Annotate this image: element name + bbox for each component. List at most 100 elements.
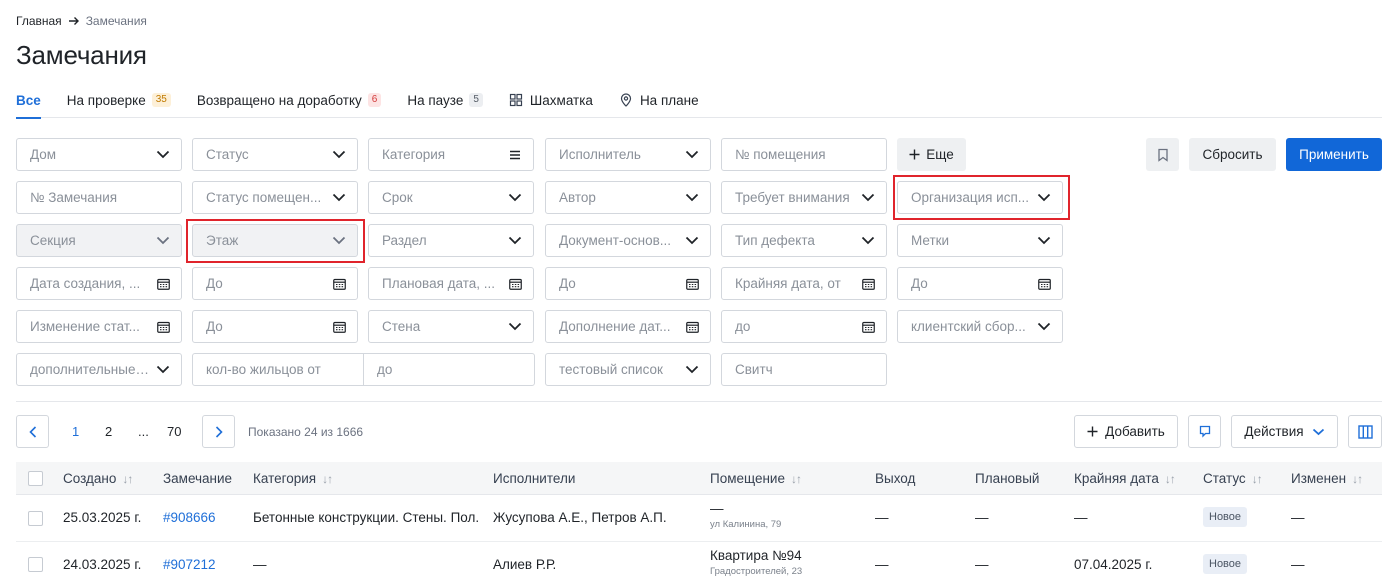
column-header-label: Выход xyxy=(875,471,916,486)
filter-status-select[interactable]: Статус xyxy=(192,138,358,171)
filter-status-change-to-date[interactable]: До xyxy=(192,310,358,343)
remark-link[interactable]: #908666 xyxy=(163,510,216,525)
more-filters-button[interactable]: Еще xyxy=(897,138,966,171)
cell-deadline: — xyxy=(1074,510,1088,525)
cell-changed: — xyxy=(1291,510,1305,525)
cell-executors: Алиев Р.Р. xyxy=(493,557,557,572)
table-row[interactable]: 25.03.2025 г. #908666 Бетонные конструкц… xyxy=(16,495,1382,542)
bookmark-button[interactable] xyxy=(1146,138,1179,171)
column-header-label: Замечание xyxy=(163,471,233,486)
column-header-status[interactable]: Статус ↓↑ xyxy=(1203,471,1263,486)
filter-placeholder: Требует внимания xyxy=(735,190,850,205)
filter-created-to-date[interactable]: До xyxy=(192,267,358,300)
apply-button[interactable]: Применить xyxy=(1286,138,1382,171)
cell-deadline: 07.04.2025 г. xyxy=(1074,557,1153,572)
column-header-room[interactable]: Помещение ↓↑ xyxy=(710,471,802,486)
filter-category-select[interactable]: Категория xyxy=(368,138,534,171)
filter-addition-date-from[interactable]: Дополнение дат... xyxy=(545,310,711,343)
status-badge: Новое xyxy=(1203,507,1248,527)
grid-icon xyxy=(509,93,523,107)
filter-residents-to-input[interactable]: до xyxy=(363,353,535,386)
filter-created-from-date[interactable]: Дата создания, ... xyxy=(16,267,182,300)
filter-placeholder: Крайняя дата, от xyxy=(735,276,841,291)
filter-section-select[interactable]: Секция xyxy=(16,224,182,257)
chevron-right-icon xyxy=(215,425,223,438)
chevron-down-icon xyxy=(331,147,347,163)
filter-deadline-from-date[interactable]: Крайняя дата, от xyxy=(721,267,887,300)
filter-placeholder: до xyxy=(377,362,393,377)
filter-room-status-select[interactable]: Статус помещен... xyxy=(192,181,358,214)
reset-button[interactable]: Сбросить xyxy=(1189,138,1276,171)
filter-deadline-select[interactable]: Срок xyxy=(368,181,534,214)
prev-page-button[interactable] xyxy=(16,415,49,448)
column-header-category[interactable]: Категория ↓↑ xyxy=(253,471,333,486)
sort-icon: ↓↑ xyxy=(1352,471,1363,486)
filter-placeholder: до xyxy=(735,319,751,334)
column-header-deadline[interactable]: Крайняя дата ↓↑ xyxy=(1074,471,1176,486)
calendar-icon xyxy=(684,319,700,335)
column-header-label: Помещение xyxy=(710,471,785,486)
filter-placeholder: дополнительные ... xyxy=(30,362,149,377)
filter-executor-select[interactable]: Исполнитель xyxy=(545,138,711,171)
page-title: Замечания xyxy=(16,40,147,70)
row-checkbox[interactable] xyxy=(28,511,43,526)
cell-changed: — xyxy=(1291,557,1305,572)
column-header-created[interactable]: Создано ↓↑ xyxy=(63,471,133,486)
actions-label: Действия xyxy=(1244,424,1304,439)
tab-all[interactable]: Все xyxy=(16,89,41,119)
actions-dropdown[interactable]: Действия xyxy=(1231,415,1338,448)
tab-on-plan[interactable]: На плане xyxy=(619,89,699,111)
filter-addition-date-to[interactable]: до xyxy=(721,310,887,343)
filter-remark-number-input[interactable]: № Замечания xyxy=(16,181,182,214)
filter-additional-select[interactable]: дополнительные ... xyxy=(16,353,182,386)
page-link-2[interactable]: 2 xyxy=(105,424,112,439)
filter-residents-from-input[interactable]: кол-во жильцов от xyxy=(192,353,364,386)
tab-on-review[interactable]: На проверке 35 xyxy=(67,89,171,111)
filter-defect-type-select[interactable]: Тип дефекта xyxy=(721,224,887,257)
filter-placeholder: Категория xyxy=(382,147,446,162)
filter-client-build-select[interactable]: клиентский сбор... xyxy=(897,310,1063,343)
filter-chapter-select[interactable]: Раздел xyxy=(368,224,534,257)
chevron-left-icon xyxy=(28,425,37,438)
location-pin-icon xyxy=(619,93,633,107)
table-row[interactable]: 24.03.2025 г. #907212 — Алиев Р.Р. Кварт… xyxy=(16,542,1382,588)
tab-paused[interactable]: На паузе 5 xyxy=(407,89,483,111)
filter-deadline-to-date[interactable]: До xyxy=(897,267,1063,300)
tab-returned[interactable]: Возвращено на доработку 6 xyxy=(197,89,382,111)
columns-icon xyxy=(1357,424,1373,439)
filter-tags-select[interactable]: Метки xyxy=(897,224,1063,257)
filter-planned-to-date[interactable]: До xyxy=(545,267,711,300)
page-link-70[interactable]: 70 xyxy=(167,424,181,439)
room-name: Квартира №94 xyxy=(710,548,802,563)
select-all-checkbox[interactable] xyxy=(28,471,43,486)
chevron-down-icon xyxy=(507,319,523,335)
page-link-1[interactable]: 1 xyxy=(72,424,79,439)
columns-settings-button[interactable] xyxy=(1348,415,1382,448)
sort-icon: ↓↑ xyxy=(122,471,133,486)
filter-room-number-input[interactable]: № помещения xyxy=(721,138,887,171)
column-header-label: Статус xyxy=(1203,471,1246,486)
filter-basis-doc-select[interactable]: Документ-основ... xyxy=(545,224,711,257)
breadcrumb-home-link[interactable]: Главная xyxy=(16,14,62,28)
next-page-button[interactable] xyxy=(202,415,235,448)
status-badge: Новое xyxy=(1203,554,1248,574)
remark-link[interactable]: #907212 xyxy=(163,557,216,572)
export-button[interactable] xyxy=(1188,415,1221,448)
filter-house-select[interactable]: Дом xyxy=(16,138,182,171)
filter-wall-select[interactable]: Стена xyxy=(368,310,534,343)
filter-test-list-select[interactable]: тестовый список xyxy=(545,353,711,386)
filter-switch-input[interactable]: Свитч xyxy=(721,353,887,386)
filter-placeholder: Дополнение дат... xyxy=(559,319,671,334)
tab-chess[interactable]: Шахматка xyxy=(509,89,593,111)
filter-placeholder: клиентский сбор... xyxy=(911,319,1026,334)
filter-author-select[interactable]: Автор xyxy=(545,181,711,214)
filter-planned-from-date[interactable]: Плановая дата, ... xyxy=(368,267,534,300)
add-button[interactable]: Добавить xyxy=(1074,415,1178,448)
calendar-icon xyxy=(684,276,700,292)
column-header-changed[interactable]: Изменен ↓↑ xyxy=(1291,471,1363,486)
filter-needs-attention-select[interactable]: Требует внимания xyxy=(721,181,887,214)
tab-label: На плане xyxy=(639,92,699,108)
filter-status-change-from-date[interactable]: Изменение стат... xyxy=(16,310,182,343)
row-checkbox[interactable] xyxy=(28,557,43,572)
calendar-icon xyxy=(331,276,347,292)
